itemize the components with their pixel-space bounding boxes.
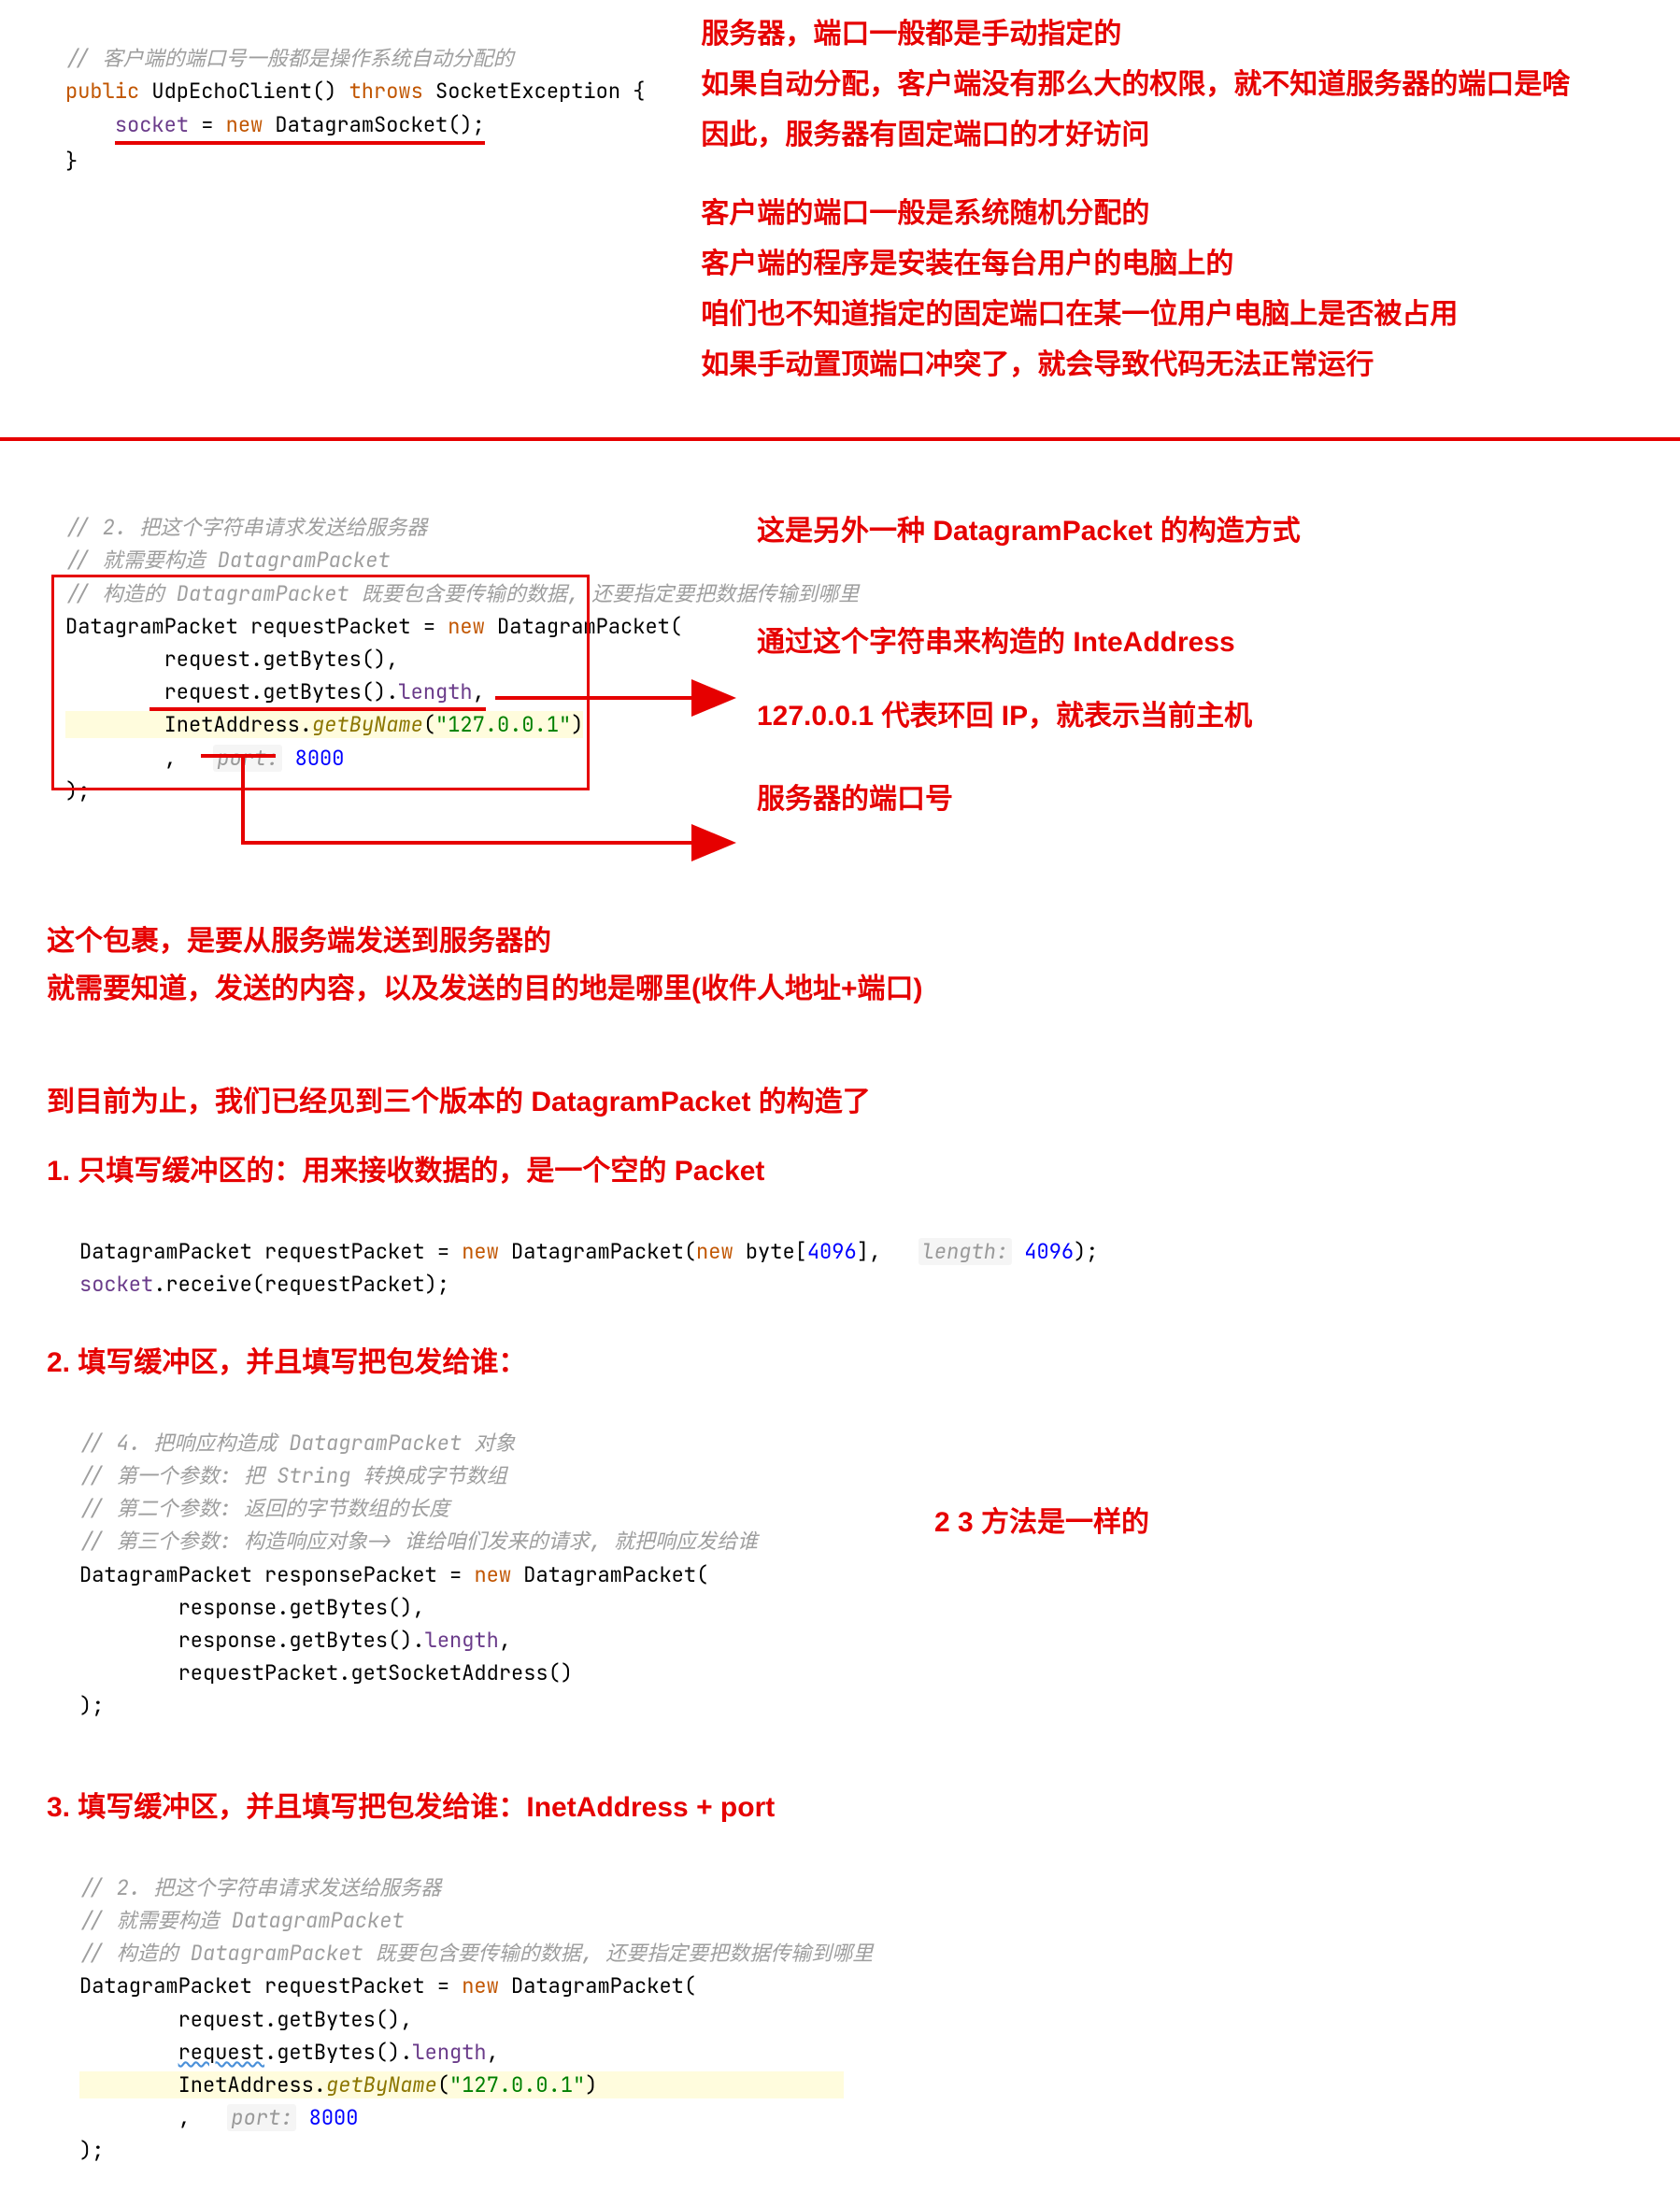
v1-code: DatagramPacket requestPacket = new Datag…: [0, 1198, 1680, 1311]
v3-title: 3. 填写缓冲区，并且填写把包发给谁：InetAddress + port: [0, 1765, 1680, 1834]
top-notes: 服务器，端口一般都是手动指定的 如果自动分配，客户端没有那么大的权限，就不知道服…: [701, 9, 1570, 391]
top-code-block: // 客户端的端口号一般都是操作系统自动分配的 public UdpEchoCl…: [65, 9, 645, 210]
v2-code: // 4. 把响应构造成 DatagramPacket 对象 // 第一个参数:…: [0, 1389, 1680, 1765]
underline-port: [201, 754, 276, 758]
mid-notes: 这是另外一种 DatagramPacket 的构造方式 通过这个字符串来构造的 …: [757, 506, 1301, 825]
versions-header: 到目前为止，我们已经见到三个版本的 DatagramPacket 的构造了: [0, 1022, 1680, 1138]
mid-below-notes: 这个包裹，是要从服务端发送到服务器的 就需要知道，发送的内容，以及发送的目的地是…: [0, 889, 1680, 1022]
v3-code: // 2. 把这个字符串请求发送给服务器 // 就需要构造 DatagramPa…: [0, 1834, 1680, 2205]
divider: [0, 437, 1680, 441]
underline-inetaddress: [149, 707, 486, 711]
v2-title: 2. 填写缓冲区，并且填写把包发给谁：: [0, 1311, 1680, 1389]
red-box: [51, 575, 590, 790]
v1-title: 1. 只填写缓冲区的：用来接收数据的，是一个空的 Packet: [0, 1138, 1680, 1198]
v2-note: 2 3 方法是一样的: [934, 1498, 1149, 1548]
